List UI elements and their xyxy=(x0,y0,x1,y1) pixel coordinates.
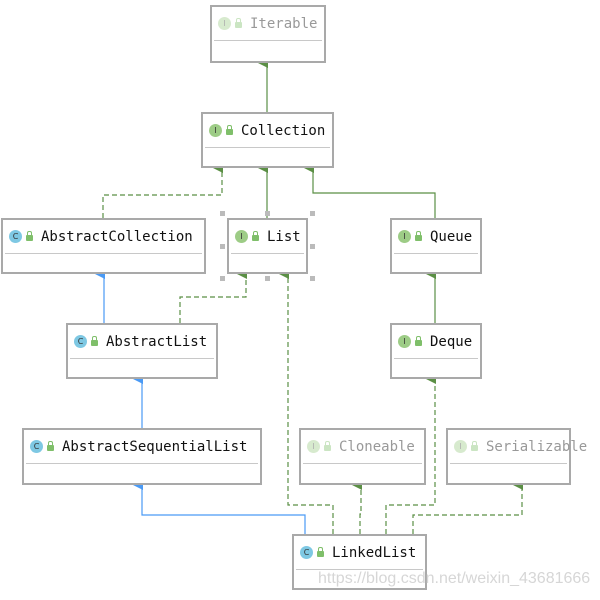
class-icon: C xyxy=(30,440,43,453)
public-icon xyxy=(471,441,478,451)
public-icon xyxy=(324,441,331,451)
node-list[interactable]: I List xyxy=(227,218,308,274)
interface-icon: I xyxy=(398,230,411,243)
public-icon xyxy=(235,18,242,28)
public-icon xyxy=(47,441,54,451)
inheritance-edges xyxy=(95,58,523,534)
edge-linkedlist-cloneable xyxy=(352,480,362,534)
edge-abstractlist-list xyxy=(179,269,247,323)
edge-abstractcollection-collection xyxy=(102,163,223,218)
node-name: AbstractSequentialList xyxy=(62,438,248,455)
public-icon xyxy=(252,231,259,241)
node-serializable[interactable]: I Serializable xyxy=(446,428,587,485)
selection-handle[interactable] xyxy=(265,276,270,281)
node-name: Iterable xyxy=(250,15,318,32)
public-icon xyxy=(415,336,422,346)
public-icon xyxy=(317,547,324,557)
node-abstract-collection[interactable]: C AbstractCollection xyxy=(1,218,206,274)
interface-icon: I xyxy=(235,230,248,243)
interface-icon: I xyxy=(218,17,231,30)
node-name: Queue xyxy=(430,228,473,245)
selection-handle[interactable] xyxy=(265,211,270,216)
node-cloneable[interactable]: I Cloneable xyxy=(299,428,426,485)
node-name: Deque xyxy=(430,333,473,350)
selection-handle[interactable] xyxy=(310,276,315,281)
watermark: https://blog.csdn.net/weixin_43681666 xyxy=(318,570,591,587)
node-name: AbstractCollection xyxy=(41,228,193,245)
node-name: List xyxy=(267,228,301,245)
edge-queue-collection xyxy=(304,163,436,218)
node-queue[interactable]: I Queue xyxy=(390,218,482,274)
edge-linkedlist-abstractsequentiallist xyxy=(133,480,306,534)
selection-handle[interactable] xyxy=(310,244,315,249)
selection-handle[interactable] xyxy=(220,211,225,216)
interface-icon: I xyxy=(209,124,222,137)
node-collection[interactable]: I Collection xyxy=(201,112,334,168)
public-icon xyxy=(226,125,233,135)
edge-linkedlist-list xyxy=(279,269,334,534)
node-abstract-list[interactable]: C AbstractList xyxy=(66,323,218,379)
interface-icon: I xyxy=(307,440,320,453)
node-iterable[interactable]: I Iterable xyxy=(210,5,326,63)
public-icon xyxy=(415,231,422,241)
class-icon: C xyxy=(74,335,87,348)
interface-icon: I xyxy=(454,440,467,453)
node-name: Cloneable xyxy=(339,438,415,455)
public-icon xyxy=(26,231,33,241)
interface-icon: I xyxy=(398,335,411,348)
selection-handle[interactable] xyxy=(220,276,225,281)
edge-linkedlist-serializable xyxy=(412,480,523,534)
node-name: Collection xyxy=(241,122,326,139)
selection-handle[interactable] xyxy=(220,244,225,249)
node-name: LinkedList xyxy=(332,544,417,561)
selection-handle[interactable] xyxy=(310,211,315,216)
node-name: Serializable xyxy=(486,438,588,455)
node-deque[interactable]: I Deque xyxy=(390,323,482,379)
class-icon: C xyxy=(300,546,313,559)
node-name: AbstractList xyxy=(106,333,208,350)
public-icon xyxy=(91,336,98,346)
class-icon: C xyxy=(9,230,22,243)
node-abstract-sequential-list[interactable]: C AbstractSequentialList xyxy=(22,428,262,485)
